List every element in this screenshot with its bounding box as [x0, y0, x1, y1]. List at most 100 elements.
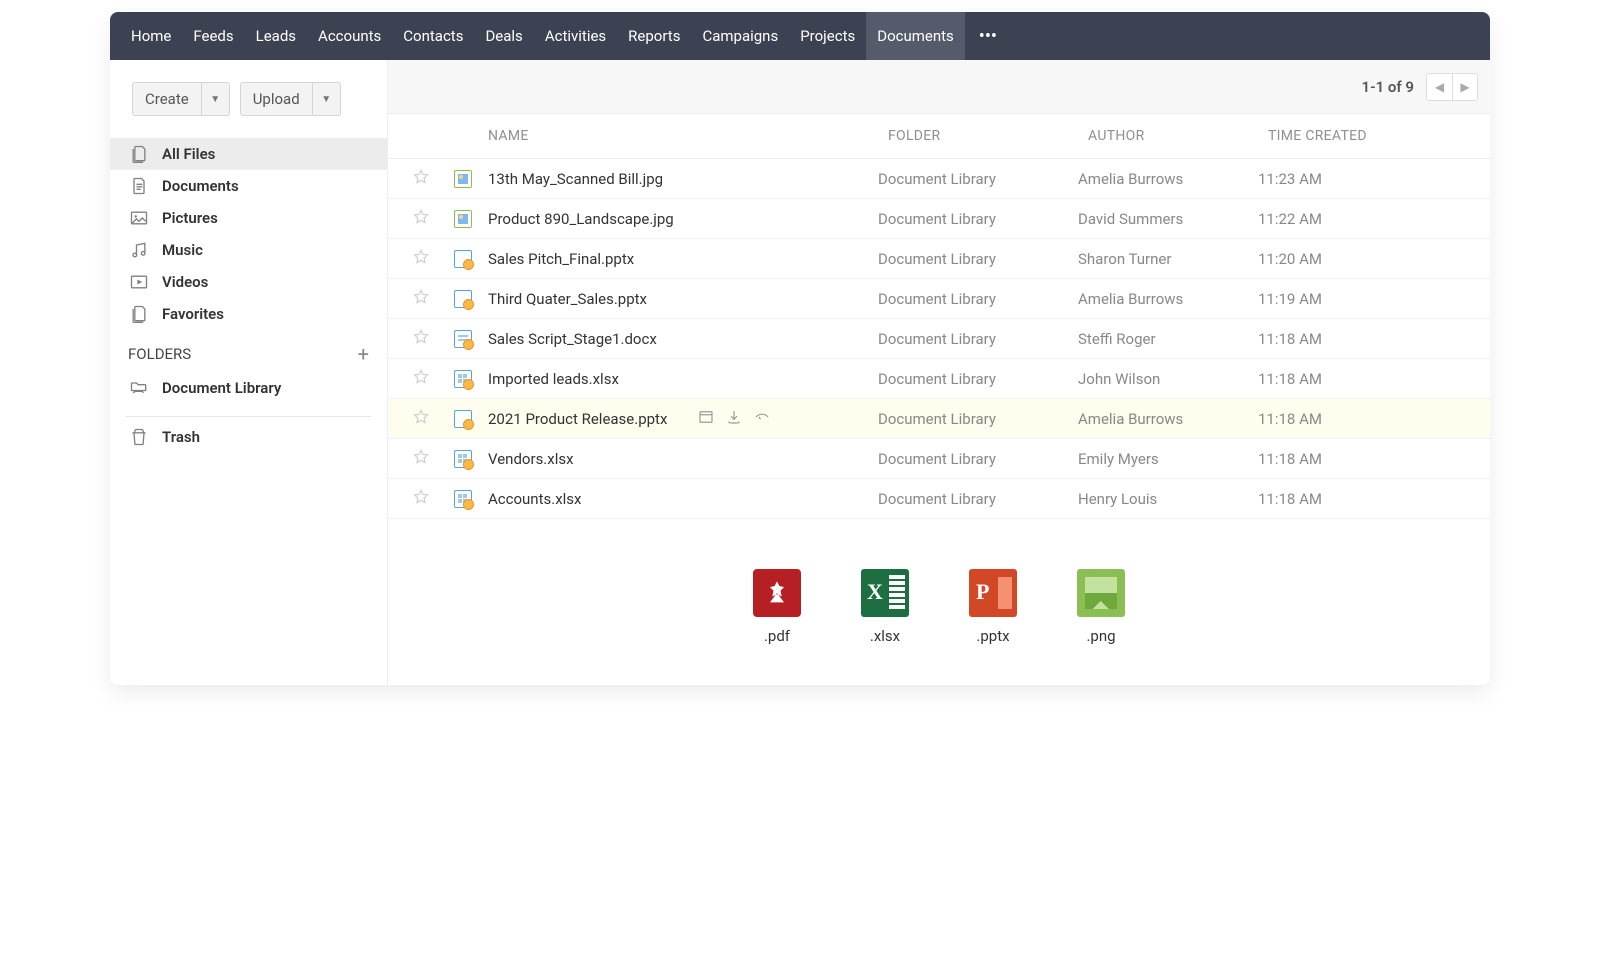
- sidebar-item-documents[interactable]: Documents: [110, 170, 387, 202]
- png-icon: [1077, 569, 1125, 617]
- star-icon: [412, 408, 430, 430]
- cell-filename: 2021 Product Release.pptx: [478, 408, 878, 430]
- image-icon: [128, 208, 150, 228]
- sidebar-item-music[interactable]: Music: [110, 234, 387, 266]
- format-label: .xlsx: [870, 627, 900, 645]
- cell-folder: Document Library: [878, 370, 1078, 388]
- pager-prev-button[interactable]: ◀: [1426, 73, 1452, 101]
- cell-author: Steffi Roger: [1078, 330, 1258, 348]
- create-dropdown-toggle[interactable]: ▼: [202, 82, 230, 116]
- create-button-group: Create ▼: [132, 82, 230, 116]
- sidebar-item-favorites[interactable]: Favorites: [110, 298, 387, 330]
- folders-section-header: FOLDERS +: [110, 330, 387, 372]
- filetype-icon: [448, 330, 478, 348]
- filetype-icon: [448, 290, 478, 308]
- file-name[interactable]: Third Quater_Sales.pptx: [488, 290, 647, 308]
- nav-item-feeds[interactable]: Feeds: [182, 12, 244, 60]
- favorite-star[interactable]: [406, 328, 436, 350]
- download-icon[interactable]: [725, 408, 743, 430]
- star-icon: [412, 488, 430, 510]
- favorite-star[interactable]: [406, 368, 436, 390]
- format-label: .pptx: [976, 627, 1009, 645]
- music-icon: [128, 240, 150, 260]
- nav-item-home[interactable]: Home: [120, 12, 182, 60]
- file-format-icons-row: .pdf.xlsx.pptx.png: [388, 519, 1490, 685]
- file-name[interactable]: Sales Pitch_Final.pptx: [488, 250, 634, 268]
- upload-button[interactable]: Upload: [240, 82, 313, 116]
- favorite-star[interactable]: [406, 288, 436, 310]
- table-row[interactable]: 13th May_Scanned Bill.jpg Document Librar…: [388, 159, 1490, 199]
- sidebar-item-all-files[interactable]: All Files: [110, 138, 387, 170]
- favorite-star[interactable]: [406, 248, 436, 270]
- nav-item-projects[interactable]: Projects: [789, 12, 866, 60]
- file-name[interactable]: Vendors.xlsx: [488, 450, 574, 468]
- cell-time: 11:19 AM: [1258, 290, 1470, 308]
- nav-item-accounts[interactable]: Accounts: [307, 12, 392, 60]
- trash-icon: [128, 427, 150, 447]
- favorite-star[interactable]: [406, 208, 436, 230]
- sidebar-item-label: Music: [162, 241, 203, 259]
- cell-folder: Document Library: [878, 290, 1078, 308]
- file-name[interactable]: 13th May_Scanned Bill.jpg: [488, 170, 663, 188]
- nav-item-documents[interactable]: Documents: [866, 12, 965, 60]
- cell-filename: 13th May_Scanned Bill.jpg: [478, 170, 878, 188]
- cell-time: 11:23 AM: [1258, 170, 1470, 188]
- nav-item-reports[interactable]: Reports: [617, 12, 691, 60]
- add-folder-icon[interactable]: +: [358, 344, 369, 364]
- table-row[interactable]: Sales Script_Stage1.docx Document Library…: [388, 319, 1490, 359]
- sidebar-item-label: Pictures: [162, 209, 218, 227]
- sidebar-item-label: Videos: [162, 273, 208, 291]
- sidebar-item-trash[interactable]: Trash: [110, 421, 387, 453]
- sidebar-item-pictures[interactable]: Pictures: [110, 202, 387, 234]
- favorite-star[interactable]: [406, 168, 436, 190]
- nav-more-icon[interactable]: •••: [965, 12, 1011, 60]
- sidebar-folder-document-library[interactable]: Document Library: [110, 372, 387, 404]
- table-row[interactable]: Sales Pitch_Final.pptxDocument LibrarySh…: [388, 239, 1490, 279]
- folder-hand-icon: [128, 378, 150, 398]
- table-row[interactable]: Accounts.xlsxDocument LibraryHenry Louis…: [388, 479, 1490, 519]
- favorite-star[interactable]: [406, 408, 436, 430]
- file-name[interactable]: Product 890_Landscape.jpg: [488, 210, 674, 228]
- nav-item-leads[interactable]: Leads: [245, 12, 307, 60]
- column-header-name[interactable]: NAME: [448, 128, 888, 144]
- table-body: 13th May_Scanned Bill.jpg Document Librar…: [388, 159, 1490, 519]
- file-name[interactable]: Sales Script_Stage1.docx: [488, 330, 657, 348]
- cell-author: Amelia Burrows: [1078, 410, 1258, 428]
- create-button[interactable]: Create: [132, 82, 202, 116]
- sidebar-item-label: Favorites: [162, 305, 224, 323]
- star-icon: [412, 208, 430, 230]
- column-header-folder[interactable]: FOLDER: [888, 128, 1088, 144]
- tag-icon[interactable]: [753, 408, 771, 430]
- file-name[interactable]: Accounts.xlsx: [488, 490, 581, 508]
- nav-item-contacts[interactable]: Contacts: [392, 12, 474, 60]
- favorite-star[interactable]: [406, 448, 436, 470]
- nav-item-campaigns[interactable]: Campaigns: [691, 12, 789, 60]
- star-icon: [412, 248, 430, 270]
- cell-filename: Vendors.xlsx: [478, 450, 878, 468]
- table-row[interactable]: Third Quater_Sales.pptxDocument LibraryA…: [388, 279, 1490, 319]
- table-row[interactable]: Product 890_Landscape.jpgDocument Librar…: [388, 199, 1490, 239]
- cell-folder: Document Library: [878, 330, 1078, 348]
- table-row[interactable]: Vendors.xlsxDocument LibraryEmily Myers1…: [388, 439, 1490, 479]
- app-window: HomeFeedsLeadsAccountsContactsDealsActiv…: [110, 12, 1490, 685]
- file-name[interactable]: 2021 Product Release.pptx: [488, 410, 667, 428]
- column-header-time[interactable]: TIME CREATED: [1268, 128, 1470, 144]
- nav-item-deals[interactable]: Deals: [474, 12, 533, 60]
- file-name[interactable]: Imported leads.xlsx: [488, 370, 619, 388]
- files-icon: [128, 304, 150, 324]
- cell-filename: Accounts.xlsx: [478, 490, 878, 508]
- upload-button-group: Upload ▼: [240, 82, 341, 116]
- preview-icon[interactable]: [697, 408, 715, 430]
- sidebar-action-buttons: Create ▼ Upload ▼: [110, 82, 387, 138]
- pager-next-button[interactable]: ▶: [1452, 73, 1478, 101]
- sidebar-item-videos[interactable]: Videos: [110, 266, 387, 298]
- column-header-author[interactable]: AUTHOR: [1088, 128, 1268, 144]
- upload-dropdown-toggle[interactable]: ▼: [313, 82, 341, 116]
- cell-folder: Document Library: [878, 170, 1078, 188]
- xlsx-icon: [861, 569, 909, 617]
- doc-icon: [128, 176, 150, 196]
- favorite-star[interactable]: [406, 488, 436, 510]
- nav-item-activities[interactable]: Activities: [534, 12, 617, 60]
- table-row[interactable]: Imported leads.xlsxDocument LibraryJohn …: [388, 359, 1490, 399]
- table-row[interactable]: 2021 Product Release.pptxDocument Librar…: [388, 399, 1490, 439]
